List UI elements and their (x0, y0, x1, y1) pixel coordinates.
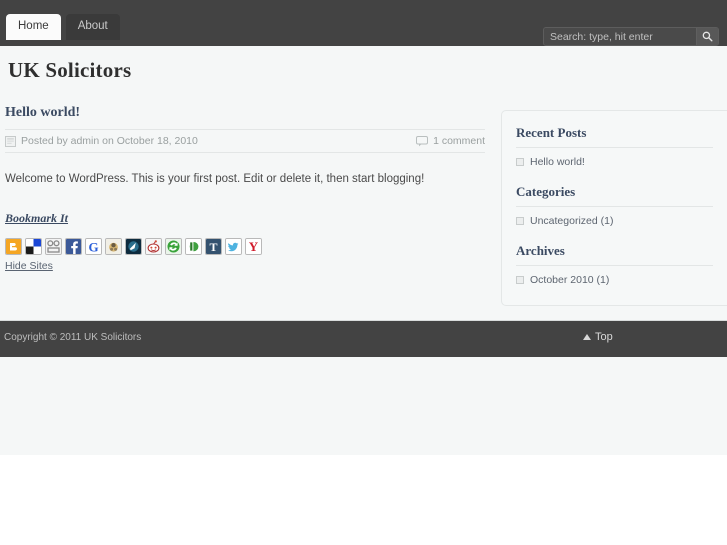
svg-text:G: G (88, 239, 98, 254)
nav-tab-home-label: Home (18, 20, 49, 32)
list-item[interactable]: Uncategorized (1) (516, 213, 713, 229)
triangle-up-icon (583, 334, 591, 340)
widget-categories: Categories Uncategorized (1) (516, 184, 713, 229)
post-body: Welcome to WordPress. This is your first… (5, 173, 425, 185)
widget-archives-list: October 2010 (1) (516, 272, 713, 288)
bookmark-site-diigo[interactable] (45, 238, 62, 255)
mixx-icon (106, 239, 121, 254)
diigo-icon (46, 239, 61, 254)
widget-recent-posts-title: Recent Posts (516, 125, 713, 148)
bookmark-site-technorati[interactable] (185, 238, 202, 255)
list-bullet-icon (516, 276, 524, 284)
svg-text:T: T (209, 240, 217, 254)
widget-archives-title: Archives (516, 243, 713, 266)
list-bullet-icon (516, 217, 524, 225)
widget-archives: Archives October 2010 (1) (516, 243, 713, 288)
post-title[interactable]: Hello world! (5, 105, 485, 121)
facebook-icon (66, 239, 81, 254)
google-icon: G (86, 239, 101, 254)
nav-tab-home[interactable]: Home (6, 14, 61, 40)
primary-navigation: Home About (6, 14, 120, 40)
tumblr-icon: T (206, 239, 221, 254)
sidebar-link-uncategorized[interactable]: Uncategorized (1) (530, 215, 613, 227)
hide-sites-link[interactable]: Hide Sites (5, 260, 53, 272)
reddit-icon (146, 239, 161, 254)
stumbleupon-icon (166, 239, 181, 254)
twitter-icon (226, 239, 241, 254)
bookmark-icon-list: G T Y (5, 238, 485, 255)
back-to-top-label: Top (595, 331, 613, 343)
search-input[interactable] (544, 28, 696, 45)
widget-categories-list: Uncategorized (1) (516, 213, 713, 229)
back-to-top-link[interactable]: Top (583, 331, 613, 343)
comment-bubble-icon (416, 135, 429, 146)
page-root: Home About UK Solicitors Hello world! (0, 0, 727, 545)
site-title[interactable]: UK Solicitors (8, 58, 131, 83)
bookmark-site-reddit[interactable] (145, 238, 162, 255)
widget-recent-posts-list: Hello world! (516, 154, 713, 170)
yahoo-icon: Y (246, 239, 261, 254)
main-content: Hello world! Posted by admin on October … (5, 105, 485, 272)
calendar-icon (5, 135, 16, 147)
widget-recent-posts: Recent Posts Hello world! (516, 125, 713, 170)
search-submit-button[interactable] (696, 28, 718, 45)
bookmark-site-netvibes[interactable] (125, 238, 142, 255)
post-comments-count: 1 comment (433, 135, 485, 147)
site-header: Home About (0, 0, 727, 46)
delicious-icon (26, 239, 41, 254)
search-icon (702, 31, 713, 42)
site-footer: Copyright © 2011 UK Solicitors Top (0, 320, 727, 357)
nav-tab-about-label: About (77, 20, 108, 32)
search-box[interactable] (543, 27, 719, 46)
bookmark-site-blogger[interactable] (5, 238, 22, 255)
sidebar-link-october-2010[interactable]: October 2010 (1) (530, 274, 609, 286)
post-meta: Posted by admin on October 18, 2010 1 co… (5, 129, 485, 153)
bookmark-site-mixx[interactable] (105, 238, 122, 255)
list-bullet-icon (516, 158, 524, 166)
technorati-icon (186, 239, 201, 254)
bookmark-site-twitter[interactable] (225, 238, 242, 255)
sidebar-link-hello-world[interactable]: Hello world! (530, 156, 585, 168)
list-item[interactable]: Hello world! (516, 154, 713, 170)
post-meta-left: Posted by admin on October 18, 2010 (5, 135, 198, 147)
bookmark-site-facebook[interactable] (65, 238, 82, 255)
nav-tab-about[interactable]: About (65, 14, 120, 40)
post-comments-link[interactable]: 1 comment (416, 135, 485, 147)
list-item[interactable]: October 2010 (1) (516, 272, 713, 288)
footer-copyright: Copyright © 2011 UK Solicitors (4, 332, 142, 343)
netvibes-icon (126, 239, 141, 254)
bookmark-title[interactable]: Bookmark It (5, 211, 68, 226)
blogger-icon (6, 239, 21, 254)
post-meta-text: Posted by admin on October 18, 2010 (21, 135, 198, 147)
bookmark-widget: Bookmark It G T Y Hide Sites (5, 211, 485, 272)
widget-categories-title: Categories (516, 184, 713, 207)
sidebar: Recent Posts Hello world! Categories Unc… (501, 110, 727, 306)
svg-text:Y: Y (249, 239, 259, 254)
bookmark-site-delicious[interactable] (25, 238, 42, 255)
bookmark-site-yahoo[interactable]: Y (245, 238, 262, 255)
bookmark-site-google[interactable]: G (85, 238, 102, 255)
bookmark-site-tumblr[interactable]: T (205, 238, 222, 255)
bookmark-site-stumbleupon[interactable] (165, 238, 182, 255)
